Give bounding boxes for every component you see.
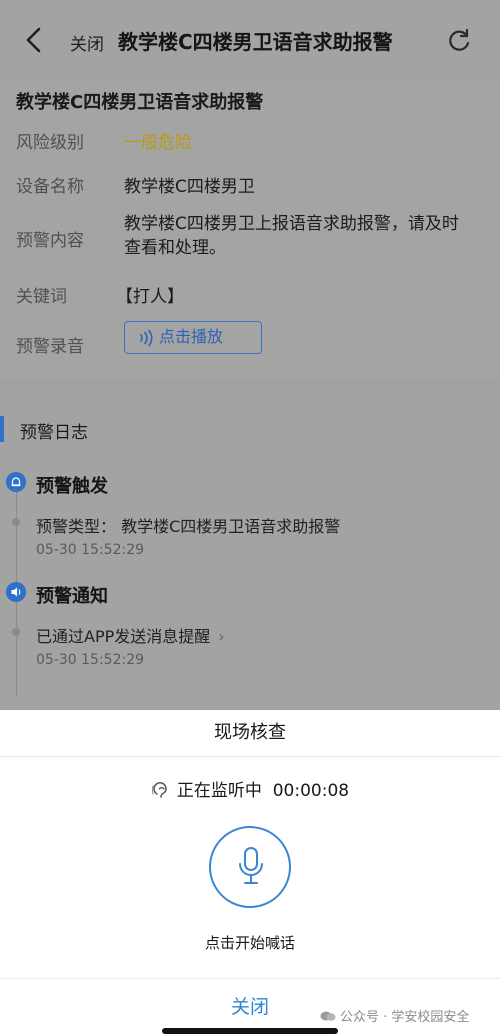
monitor-label: 正在监听中	[176, 781, 262, 801]
alarm-log-section: 预警日志 预警触发 预警类型： 教学楼C四楼男卫语音求助报警 05-30 15:…	[0, 396, 500, 710]
back-arrow-icon[interactable]	[22, 26, 46, 54]
sheet-close-button[interactable]: 关闭	[200, 992, 300, 1019]
wechat-icon	[320, 1011, 336, 1021]
alarm-content-value: 教学楼C四楼男卫上报语音求助报警，请及时查看和处理。	[124, 214, 459, 258]
chevron-right-icon: ›	[218, 627, 225, 646]
ear-icon	[151, 782, 167, 798]
monitor-status: 正在监听中 00:00:08	[0, 776, 500, 801]
detail-title: 教学楼C四楼男卫语音求助报警	[16, 92, 264, 113]
talk-microphone-button[interactable]	[209, 826, 291, 908]
monitor-timer: 00:00:08	[272, 781, 350, 801]
sheet-divider	[0, 978, 500, 979]
nav-close-button[interactable]: 关闭	[70, 30, 104, 55]
log-title-accent	[0, 416, 4, 442]
mic-label: 点击开始喊话	[204, 934, 295, 952]
keyword-value: 【打人】	[116, 287, 184, 307]
timeline-dot	[12, 628, 20, 636]
log-title: 预警日志	[20, 423, 88, 443]
log-step-text: 已通过APP发送消息提醒	[36, 627, 211, 646]
risk-level-value: 一般危险	[124, 133, 192, 153]
page-title: 教学楼C四楼男卫语音求助报警	[118, 30, 393, 54]
timeline-dot	[12, 518, 20, 526]
recording-label: 预警录音	[16, 337, 84, 357]
play-recording-label: 点击播放	[159, 327, 224, 346]
keyword-label: 关键词	[16, 287, 67, 307]
play-recording-button[interactable]: 点击播放	[124, 321, 262, 354]
risk-level-label: 风险级别	[16, 133, 84, 153]
watermark-text: 公众号 · 学安校园安全	[340, 1010, 470, 1025]
log-step-text-link[interactable]: 已通过APP发送消息提醒 ›	[36, 623, 225, 647]
sound-wave-icon	[140, 329, 153, 347]
watermark: 公众号 · 学安校园安全	[320, 1006, 469, 1025]
alarm-content-label: 预警内容	[16, 231, 84, 251]
nav-bar: 关闭 教学楼C四楼男卫语音求助报警	[0, 0, 500, 80]
device-name-value: 教学楼C四楼男卫	[124, 177, 255, 197]
log-step-title: 预警触发	[36, 476, 108, 497]
refresh-icon[interactable]	[446, 28, 472, 54]
on-site-check-sheet: 现场核查 正在监听中 00:00:08 点击开始喊话 关闭 公众号 · 学安校园…	[0, 710, 500, 1036]
home-indicator	[162, 1028, 338, 1034]
device-name-label: 设备名称	[16, 177, 84, 197]
speaker-icon	[6, 582, 26, 602]
alarm-detail-card: 教学楼C四楼男卫语音求助报警 风险级别 一般危险 设备名称 教学楼C四楼男卫 预…	[0, 80, 500, 380]
sheet-title: 现场核查	[0, 710, 500, 757]
microphone-icon	[239, 847, 263, 884]
log-step-text: 预警类型： 教学楼C四楼男卫语音求助报警	[36, 517, 341, 536]
alarm-detail-page: 关闭 教学楼C四楼男卫语音求助报警 教学楼C四楼男卫语音求助报警 风险级别 一般…	[0, 0, 500, 710]
log-step-time: 05-30 15:52:29	[36, 542, 145, 558]
log-step-title: 预警通知	[36, 586, 108, 607]
alarm-icon	[6, 472, 26, 492]
log-step-time: 05-30 15:52:29	[36, 652, 145, 668]
